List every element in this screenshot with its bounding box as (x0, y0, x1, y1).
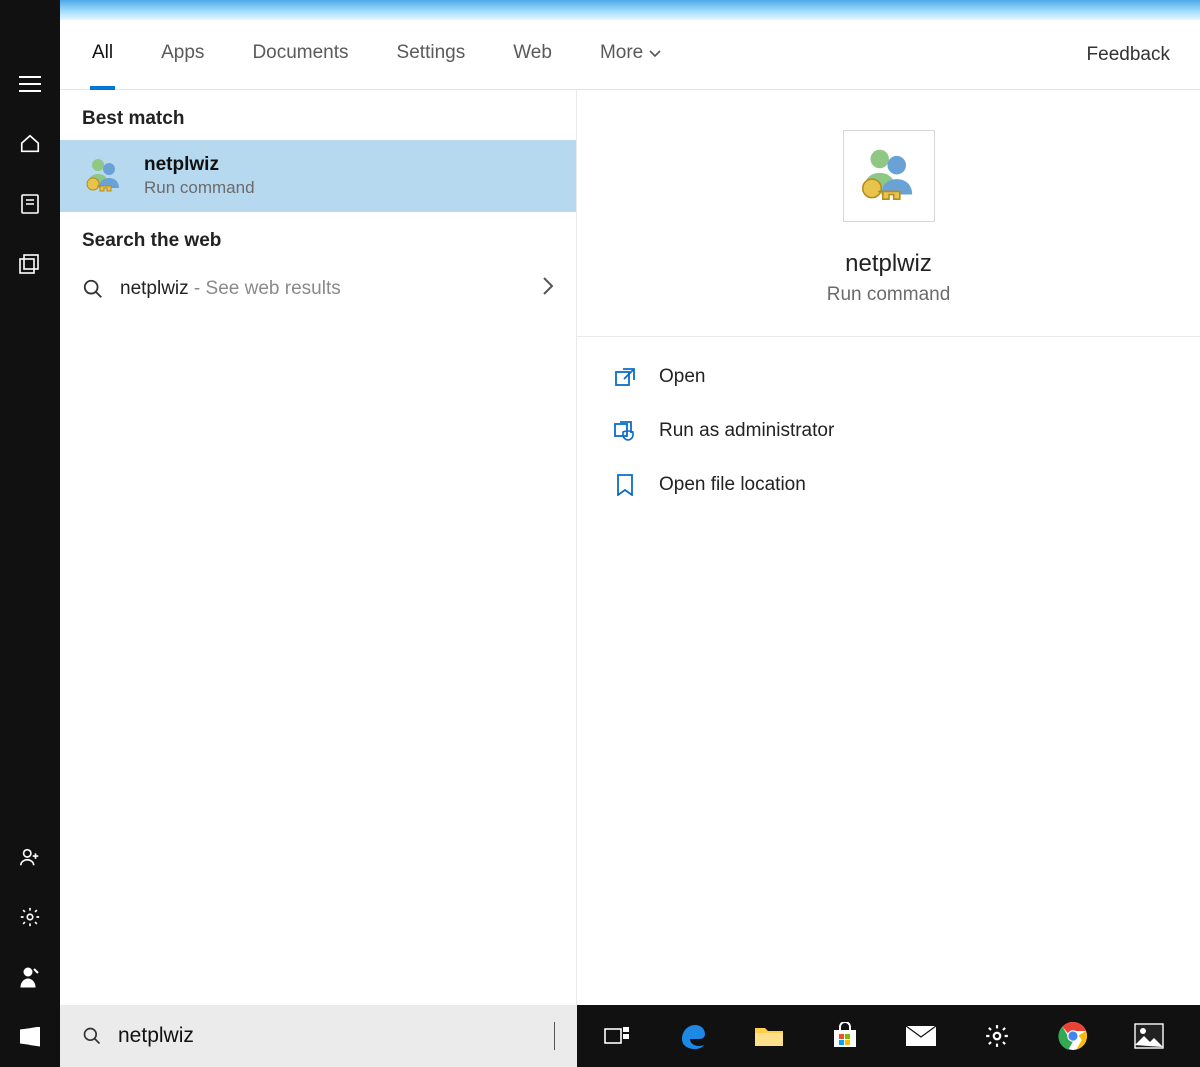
edge-icon (678, 1021, 708, 1051)
action-label: Open file location (659, 474, 806, 496)
preview-title: netplwiz (845, 250, 932, 278)
windows-logo-icon (20, 1027, 40, 1047)
result-title: netplwiz (144, 154, 255, 176)
tab-settings[interactable]: Settings (395, 20, 468, 90)
edge-button[interactable] (669, 1012, 717, 1060)
netplwiz-icon (82, 154, 126, 198)
chrome-icon (1058, 1021, 1088, 1051)
home-button[interactable] (0, 114, 60, 174)
tab-label: Web (513, 42, 552, 64)
mail-button[interactable] (897, 1012, 945, 1060)
tab-web[interactable]: Web (511, 20, 554, 90)
result-subtitle: Run command (144, 178, 255, 198)
chevron-right-icon (542, 276, 554, 301)
desktop-wallpaper-strip (60, 0, 1200, 20)
chevron-down-icon (649, 42, 661, 64)
results-column: Best match netplwiz Run command (60, 90, 577, 1005)
preview-app-icon (843, 130, 935, 222)
preview-header: netplwiz Run command (577, 90, 1200, 337)
chrome-button[interactable] (1049, 1012, 1097, 1060)
feedback-label: Feedback (1087, 44, 1170, 65)
preview-column: netplwiz Run command Open Run as adminis… (577, 90, 1200, 1005)
rail-settings-button[interactable] (0, 887, 60, 947)
photos-button[interactable] (1125, 1012, 1173, 1060)
best-match-header: Best match (60, 90, 576, 140)
store-icon (831, 1022, 859, 1050)
person-icon (20, 966, 40, 988)
search-results-panel: All Apps Documents Settings Web More Fee… (60, 20, 1200, 1005)
start-button[interactable] (0, 1007, 60, 1067)
search-icon (82, 278, 104, 300)
tab-apps[interactable]: Apps (159, 20, 206, 90)
tab-documents[interactable]: Documents (250, 20, 350, 90)
preview-subtitle: Run command (827, 284, 951, 306)
store-button[interactable] (821, 1012, 869, 1060)
hamburger-icon (19, 76, 41, 92)
best-match-result[interactable]: netplwiz Run command (60, 140, 576, 212)
tab-label: Documents (252, 42, 348, 64)
add-user-button[interactable] (0, 827, 60, 887)
recent-button[interactable] (0, 174, 60, 234)
open-icon (613, 365, 637, 389)
photos-icon (1134, 1023, 1164, 1049)
search-icon (82, 1026, 102, 1046)
action-open[interactable]: Open (613, 359, 1164, 395)
menu-button[interactable] (0, 54, 60, 114)
preview-actions: Open Run as administrator Open file loca… (577, 337, 1200, 525)
add-user-icon (19, 846, 41, 868)
tab-more[interactable]: More (598, 20, 663, 90)
shield-run-icon (613, 419, 637, 443)
start-left-rail (0, 0, 60, 1067)
collections-button[interactable] (0, 234, 60, 294)
feedback-link[interactable]: Feedback (1087, 44, 1170, 66)
search-input[interactable] (116, 1022, 555, 1050)
action-label: Run as administrator (659, 420, 834, 442)
task-view-button[interactable] (593, 1012, 641, 1060)
folder-location-icon (613, 473, 637, 497)
tab-label: Apps (161, 42, 204, 64)
action-run-admin[interactable]: Run as administrator (613, 413, 1164, 449)
tab-all[interactable]: All (90, 20, 115, 90)
settings-button[interactable] (973, 1012, 1021, 1060)
mail-icon (905, 1025, 937, 1047)
task-view-icon (604, 1025, 630, 1047)
home-icon (19, 133, 41, 155)
search-web-header: Search the web (60, 212, 576, 262)
tab-label: Settings (397, 42, 466, 64)
web-term: netplwiz (120, 278, 189, 299)
folder-icon (754, 1024, 784, 1048)
search-scope-tabs: All Apps Documents Settings Web More Fee… (60, 20, 1200, 90)
action-label: Open (659, 366, 705, 388)
tab-label: More (600, 42, 643, 64)
bottom-bar (60, 1005, 1200, 1067)
gear-icon (19, 906, 41, 928)
web-search-result[interactable]: netplwiz - See web results (60, 262, 576, 315)
collections-icon (19, 254, 41, 274)
file-explorer-button[interactable] (745, 1012, 793, 1060)
action-open-location[interactable]: Open file location (613, 467, 1164, 503)
taskbar (577, 1005, 1200, 1067)
gear-icon (984, 1023, 1010, 1049)
search-box[interactable] (60, 1005, 577, 1067)
web-suffix: - See web results (189, 278, 341, 299)
tab-label: All (92, 42, 113, 64)
recent-icon (20, 193, 40, 215)
profile-button[interactable] (0, 947, 60, 1007)
